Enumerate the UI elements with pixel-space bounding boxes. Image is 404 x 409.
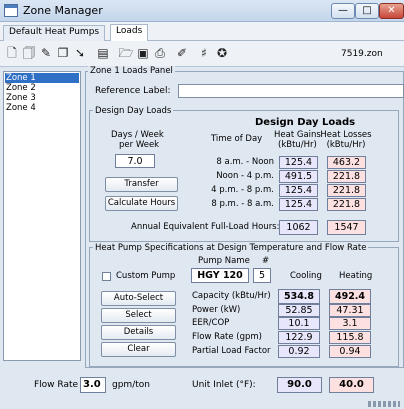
capacity-cooling: 534.8 <box>278 289 320 304</box>
bottom-bar: Flow Rate 3.0 gpm/ton Unit Inlet (°F): 9… <box>0 368 404 409</box>
annual-hours-label: Annual Equivalent Full-Load Hours: <box>131 222 280 232</box>
time-row-3: 4 p.m. - 8 p.m. <box>211 185 274 195</box>
flow-rate-input[interactable]: 3.0 <box>80 377 106 393</box>
flow-rate-label: Flow Rate <box>34 380 79 390</box>
title-bar[interactable]: Zone Manager — □ ✕ <box>0 0 404 22</box>
unit-inlet-cooling: 90.0 <box>277 377 322 393</box>
calculate-hours-button[interactable]: Calculate Hours <box>105 196 178 211</box>
partial-load-heating: 0.94 <box>329 345 371 358</box>
pen-icon[interactable]: ✐ <box>174 45 190 62</box>
days-per-week-label: Days / Week <box>111 130 164 140</box>
time-row-1: 8 a.m. - Noon <box>216 157 274 167</box>
gain-cell[interactable]: 125.4 <box>279 156 318 169</box>
stack-doc-icon[interactable]: ❐ <box>55 45 71 62</box>
spec-label: EER/COP <box>192 318 230 328</box>
custom-pump-label: Custom Pump <box>116 271 176 281</box>
file-name: 7519.zon <box>341 49 383 59</box>
zone-item-3[interactable]: Zone 3 <box>5 93 79 103</box>
cooling-column-label: Cooling <box>290 271 322 281</box>
spec-label: Partial Load Factor <box>192 346 271 356</box>
minimize-button[interactable]: — <box>331 3 355 19</box>
power-heating: 47.31 <box>329 304 371 317</box>
reference-input[interactable] <box>178 84 404 98</box>
toolbar: 🗋 🗍 ✎ ❐ ➘ ▤ 🗁 ▣ ⎙ ✐ ♯ ✪ 7519.zon <box>0 41 404 67</box>
pump-name-label: Pump Name <box>198 256 250 266</box>
tab-strip: Default Heat Pumps Loads <box>0 22 404 42</box>
zone-item-1[interactable]: Zone 1 <box>5 73 79 83</box>
resize-grip-icon[interactable] <box>368 401 400 407</box>
print-icon[interactable]: ⎙ <box>152 45 168 62</box>
loss-cell[interactable]: 221.8 <box>327 184 366 197</box>
reference-label: Reference Label: <box>95 86 171 96</box>
app-icon <box>4 4 18 17</box>
capacity-heating: 492.4 <box>329 289 371 304</box>
eer-cooling: 10.1 <box>278 317 320 330</box>
col-heat-gains: Heat Gains <box>274 130 321 140</box>
custom-pump-checkbox[interactable] <box>102 272 111 281</box>
arrow-doc-icon[interactable]: ➘ <box>72 45 88 62</box>
gain-cell[interactable]: 491.5 <box>279 170 318 183</box>
pump-count-field[interactable]: 5 <box>253 268 271 283</box>
power-cooling: 52.85 <box>278 304 320 317</box>
col-time-of-day: Time of Day <box>211 134 263 144</box>
tab-loads[interactable]: Loads <box>110 24 149 42</box>
zone-item-2[interactable]: Zone 2 <box>5 83 79 93</box>
zone-item-4[interactable]: Zone 4 <box>5 103 79 113</box>
maximize-button[interactable]: □ <box>355 3 379 19</box>
pump-count-label: # <box>262 256 270 266</box>
window-title: Zone Manager <box>23 4 103 17</box>
print-preview-icon[interactable]: ▤ <box>95 45 111 62</box>
zone-list[interactable]: Zone 1 Zone 2 Zone 3 Zone 4 <box>3 71 81 361</box>
spec-label: Flow Rate (gpm) <box>192 332 263 342</box>
unit-inlet-heating: 40.0 <box>329 377 374 393</box>
col-heat-losses-unit: (kBtu/Hr) <box>326 140 366 150</box>
close-button[interactable]: ✕ <box>379 3 404 19</box>
gain-cell[interactable]: 125.4 <box>279 198 318 211</box>
gain-cell[interactable]: 125.4 <box>279 184 318 197</box>
design-day-legend: Design Day Loads <box>93 106 174 116</box>
loads-panel-title: Zone 1 Loads Panel <box>88 66 175 76</box>
col-heat-gains-unit: (kBtu/Hr) <box>278 140 317 150</box>
flow-rate-heating: 115.8 <box>329 331 371 344</box>
days-per-week-label-2: per Week <box>119 140 160 150</box>
heating-column-label: Heating <box>339 271 373 281</box>
edit-doc-icon[interactable]: ✎ <box>38 45 54 62</box>
open-folder-icon[interactable]: 🗁 <box>118 45 134 62</box>
unit-inlet-label: Unit Inlet (°F): <box>192 380 256 390</box>
design-day-heading: Design Day Loads <box>255 117 356 128</box>
transfer-button[interactable]: Transfer <box>105 177 178 192</box>
cert-icon[interactable]: ✪ <box>214 45 230 62</box>
details-button[interactable]: Details <box>101 325 176 340</box>
annual-hours-heating: 1547 <box>327 220 366 235</box>
spec-label: Capacity (kBtu/Hr) <box>192 291 271 301</box>
loss-cell[interactable]: 463.2 <box>327 156 366 169</box>
tab-default-heat-pumps[interactable]: Default Heat Pumps <box>3 25 106 41</box>
pump-name-field[interactable]: HGY 120 <box>191 268 249 283</box>
flow-rate-cooling: 122.9 <box>278 331 320 344</box>
copy-doc-icon[interactable]: 🗍 <box>21 45 37 62</box>
partial-load-cooling: 0.92 <box>278 345 320 358</box>
annual-hours-cooling: 1062 <box>279 220 318 235</box>
clear-button[interactable]: Clear <box>101 342 176 357</box>
flow-rate-unit: gpm/ton <box>112 380 150 390</box>
select-button[interactable]: Select <box>101 308 176 323</box>
hash-icon[interactable]: ♯ <box>196 45 212 62</box>
auto-select-button[interactable]: Auto-Select <box>101 291 176 306</box>
spec-label: Power (kW) <box>192 305 241 315</box>
time-row-4: 8 p.m. - 8 a.m. <box>211 199 274 209</box>
new-doc-icon[interactable]: 🗋 <box>4 45 20 62</box>
loss-cell[interactable]: 221.8 <box>327 198 366 211</box>
save-icon[interactable]: ▣ <box>135 45 151 62</box>
cop-heating: 3.1 <box>329 317 371 330</box>
loss-cell[interactable]: 221.8 <box>327 170 366 183</box>
time-row-2: Noon - 4 p.m. <box>216 171 274 181</box>
col-heat-losses: Heat Losses <box>320 130 372 140</box>
days-per-week-input[interactable] <box>115 154 155 168</box>
heat-pump-legend: Heat Pump Specifications at Design Tempe… <box>93 243 369 253</box>
